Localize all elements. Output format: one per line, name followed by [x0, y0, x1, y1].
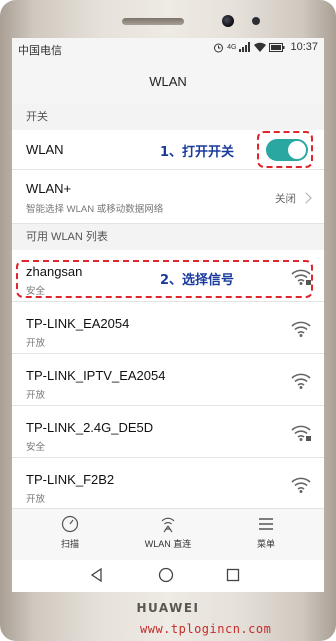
status-icons: 4G 10:37 — [213, 41, 318, 53]
network-row[interactable]: TP-LINK_EA2054 开放 — [12, 302, 324, 354]
earpiece-speaker — [122, 18, 184, 25]
wlan-plus-subtitle: 智能选择 WLAN 或移动数据网络 — [26, 204, 164, 215]
wlan-plus-value: 关闭 — [275, 193, 296, 205]
scan-button[interactable]: 扫描 — [18, 515, 122, 550]
proximity-sensor — [252, 17, 260, 25]
wlan-direct-button[interactable]: WLAN 直连 — [116, 515, 220, 550]
bottom-action-bar: 扫描 WLAN 直连 菜单 — [12, 508, 324, 561]
signal-icon — [239, 42, 251, 52]
network-ssid: TP-LINK_EA2054 — [26, 316, 130, 331]
network-ssid: TP-LINK_2.4G_DE5D — [26, 420, 154, 435]
front-camera — [222, 15, 234, 27]
network-security: 开放 — [26, 494, 46, 505]
wifi-icon — [291, 373, 311, 389]
battery-icon — [269, 42, 285, 52]
annotation-highlight-toggle — [257, 131, 313, 168]
chevron-right-icon — [300, 192, 312, 204]
phone-frame: 中国电信 4G 10:37 WLAN 开关 WLAN 1、打开开关 WLAN+ … — [0, 0, 336, 641]
network-security: 安全 — [26, 442, 46, 453]
network-ssid: TP-LINK_IPTV_EA2054 — [26, 368, 166, 383]
watermark: www.tplogincn.com — [140, 622, 272, 636]
annotation-step-2: 2、选择信号 — [160, 273, 235, 288]
network-security: 开放 — [26, 338, 46, 349]
wlan-label: WLAN — [26, 142, 64, 157]
screen: 中国电信 4G 10:37 WLAN 开关 WLAN 1、打开开关 WLAN+ … — [12, 38, 324, 592]
section-header-available: 可用 WLAN 列表 — [12, 224, 324, 250]
status-bar: 中国电信 4G 10:37 — [12, 38, 324, 60]
wifi-locked-icon — [291, 425, 311, 441]
menu-button[interactable]: 菜单 — [214, 515, 318, 550]
network-row[interactable]: TP-LINK_F2B2 开放 — [12, 458, 324, 510]
scan-icon — [61, 515, 79, 533]
wifi-status-icon — [254, 42, 267, 52]
menu-label: 菜单 — [256, 539, 275, 549]
menu-icon — [259, 518, 273, 530]
system-nav-bar — [12, 560, 324, 592]
page-title: WLAN — [12, 60, 324, 104]
wlan-direct-label: WLAN 直连 — [144, 539, 192, 549]
carrier-label: 中国电信 — [18, 45, 62, 57]
recents-icon[interactable] — [226, 568, 240, 582]
back-icon[interactable] — [90, 568, 104, 582]
network-security: 开放 — [26, 390, 46, 401]
wlan-toggle-row[interactable]: WLAN 1、打开开关 — [12, 130, 324, 170]
network-type-label: 4G — [227, 43, 237, 51]
alarm-icon — [214, 43, 224, 52]
scan-label: 扫描 — [60, 539, 79, 549]
wlan-direct-icon — [161, 517, 175, 533]
clock: 10:37 — [290, 41, 318, 53]
home-icon[interactable] — [158, 567, 174, 583]
network-row[interactable]: TP-LINK_IPTV_EA2054 开放 — [12, 354, 324, 406]
wifi-icon — [291, 321, 311, 337]
annotation-step-1: 1、打开开关 — [160, 145, 235, 160]
network-row[interactable]: TP-LINK_2.4G_DE5D 安全 — [12, 406, 324, 458]
network-ssid: TP-LINK_F2B2 — [26, 472, 115, 487]
section-header-switch: 开关 — [12, 104, 324, 130]
wlan-plus-label: WLAN+ — [26, 181, 72, 196]
wlan-plus-row[interactable]: WLAN+ 智能选择 WLAN 或移动数据网络 关闭 — [12, 170, 324, 224]
brand-logo: HUAWEI — [136, 601, 200, 615]
wifi-icon — [291, 477, 311, 493]
